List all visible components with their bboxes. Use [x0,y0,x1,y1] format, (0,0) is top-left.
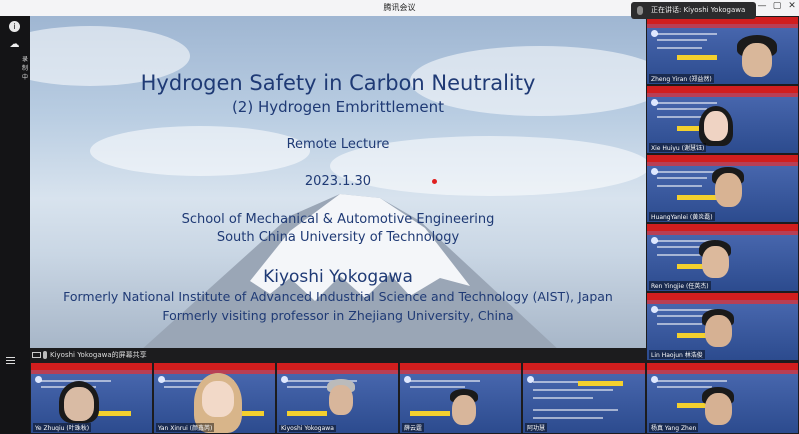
school-name: School of Mechanical & Automotive Engine… [181,212,495,227]
speaker-name: Kiyoshi Yokogawa [263,267,413,287]
participant-name: Ye Zhuqiu (叶珠秋) [33,423,92,432]
participant-tile[interactable]: Ren Yingjie (任英杰) [646,223,799,292]
screen-share-label: Kiyoshi Yokogawa的屏幕共享 [50,351,147,359]
speaking-indicator: 正在讲话: Kiyoshi Yokogawa [631,2,756,19]
participant-name: Ren Yingjie (任英杰) [649,281,711,290]
participant-name: Zheng Yiran (郑益然) [649,74,714,83]
lecture-type: Remote Lecture [286,137,390,152]
minimize-button[interactable]: — [755,1,769,11]
screen-share-bar: Kiyoshi Yokogawa的屏幕共享 [30,348,646,362]
affiliation-2: Formerly visiting professor in Zhejiang … [162,308,514,323]
participant-tile[interactable]: 杨真 Yang Zhen [646,362,799,434]
microphone-icon [637,6,643,15]
participant-tile[interactable]: Kiyoshi Yokogawa [276,362,399,434]
shared-screen: Hydrogen Safety in Carbon Neutrality (2)… [30,16,646,348]
participant-tile[interactable]: 薛云霆 [399,362,522,434]
participant-name: Xie Huiyu (谢慧钰) [649,143,707,152]
cloud-record-icon[interactable]: ☁ [9,39,20,50]
participant-name: 薛云霆 [402,423,425,432]
speaking-text: 正在讲话: Kiyoshi Yokogawa [651,6,746,14]
info-icon[interactable]: i [9,21,20,32]
participant-name: Kiyoshi Yokogawa [279,425,336,432]
participant-tile[interactable]: Zheng Yiran (郑益然) [646,16,799,85]
participant-name: Yan Xinrui (颜鑫芮) [156,423,215,432]
participant-name: Lin Haojun 林浩俊 [649,350,705,359]
close-button[interactable]: ✕ [785,1,799,11]
affiliation-1: Formerly National Institute of Advanced … [63,289,613,304]
slide-title: Hydrogen Safety in Carbon Neutrality [140,71,536,95]
recording-status: 录制中 [22,56,29,81]
participant-tile[interactable]: Lin Haojun 林浩俊 [646,292,799,361]
laser-pointer [432,179,437,184]
lecture-date: 2023.1.30 [304,174,372,189]
slide-subtitle: (2) Hydrogen Embrittlement [231,98,445,116]
participant-name: HuangYanlei (黄炎磊) [649,212,715,221]
university-name: South China University of Technology [216,230,460,245]
screen-share-icon [32,352,41,358]
participant-name: 杨真 Yang Zhen [649,423,699,432]
participant-tile[interactable]: HuangYanlei (黄炎磊) [646,154,799,223]
participant-tile[interactable]: Yan Xinrui (颜鑫芮) [153,362,276,434]
participant-tile[interactable]: 阿功慧 [522,362,646,434]
participant-tile[interactable]: Ye Zhuqiu (叶珠秋) [30,362,153,434]
participant-name: 阿功慧 [525,423,548,432]
left-rail: i ☁ 录制中 [0,16,30,434]
menu-icon[interactable] [6,357,15,364]
maximize-button[interactable]: ▢ [770,1,784,11]
participant-tile[interactable]: Xie Huiyu (谢慧钰) [646,85,799,154]
microphone-icon [43,351,47,359]
